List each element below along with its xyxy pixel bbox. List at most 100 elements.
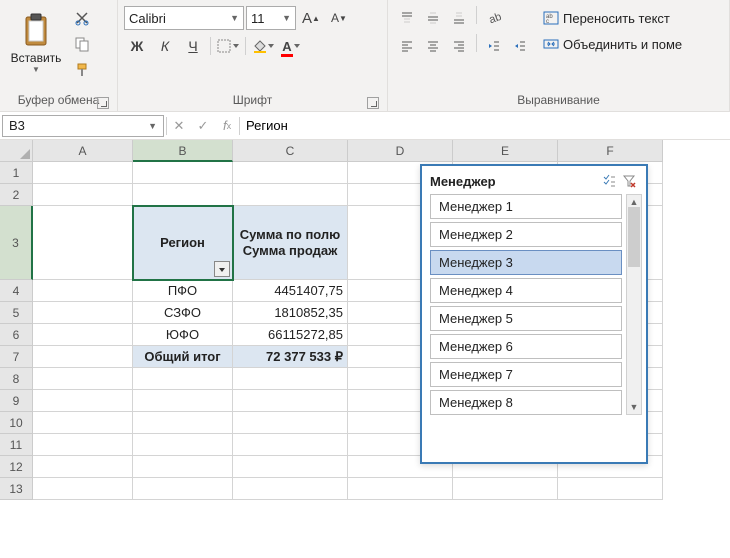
cell[interactable]: [233, 368, 348, 390]
font-color-button[interactable]: A: [278, 34, 304, 58]
copy-button[interactable]: [70, 32, 94, 56]
align-top-button[interactable]: [394, 6, 420, 30]
cell[interactable]: [33, 280, 133, 302]
cell[interactable]: 1810852,35: [233, 302, 348, 324]
cancel-formula-button[interactable]: ✕: [167, 115, 191, 137]
cell[interactable]: ПФО: [133, 280, 233, 302]
cell[interactable]: [33, 434, 133, 456]
cell[interactable]: [233, 478, 348, 500]
cell[interactable]: [133, 390, 233, 412]
dialog-launcher-icon[interactable]: [367, 97, 379, 109]
scroll-down-icon[interactable]: ▼: [630, 402, 639, 412]
fill-color-button[interactable]: [250, 34, 276, 58]
filter-dropdown-icon[interactable]: [214, 261, 230, 277]
cell[interactable]: [233, 184, 348, 206]
cell[interactable]: [233, 162, 348, 184]
italic-button[interactable]: К: [152, 34, 178, 58]
cell[interactable]: 72 377 533 ₽: [233, 346, 348, 368]
column-header[interactable]: A: [33, 140, 133, 162]
multi-select-button[interactable]: [600, 172, 618, 190]
cell[interactable]: [233, 390, 348, 412]
row-header[interactable]: 3: [0, 206, 33, 280]
align-center-button[interactable]: [420, 34, 446, 58]
cell[interactable]: [33, 456, 133, 478]
slicer-item[interactable]: Менеджер 6: [430, 334, 622, 359]
cell[interactable]: [558, 478, 663, 500]
cell[interactable]: [133, 434, 233, 456]
cell[interactable]: [133, 184, 233, 206]
row-header[interactable]: 4: [0, 280, 33, 302]
cell[interactable]: [453, 478, 558, 500]
row-header[interactable]: 7: [0, 346, 33, 368]
cell[interactable]: [233, 456, 348, 478]
slicer-item[interactable]: Менеджер 3: [430, 250, 622, 275]
row-header[interactable]: 11: [0, 434, 33, 456]
increase-indent-button[interactable]: [507, 34, 533, 58]
cell[interactable]: [133, 368, 233, 390]
align-bottom-button[interactable]: [446, 6, 472, 30]
decrease-font-button[interactable]: A▼: [326, 6, 352, 30]
font-name-combo[interactable]: Calibri▼: [124, 6, 244, 30]
cell[interactable]: Сумма по полю Сумма продаж: [233, 206, 348, 280]
slicer-panel[interactable]: Менеджер Менеджер 1Менеджер 2Менеджер 3М…: [420, 164, 648, 464]
cell[interactable]: ЮФО: [133, 324, 233, 346]
bold-button[interactable]: Ж: [124, 34, 150, 58]
cell[interactable]: [233, 434, 348, 456]
cell[interactable]: СЗФО: [133, 302, 233, 324]
formula-input[interactable]: [240, 115, 730, 137]
cell[interactable]: [133, 162, 233, 184]
underline-button[interactable]: Ч: [180, 34, 206, 58]
merge-button[interactable]: Объединить и поме: [541, 32, 684, 56]
cell[interactable]: [233, 412, 348, 434]
paste-button[interactable]: Вставить ▼: [6, 4, 66, 82]
column-header[interactable]: D: [348, 140, 453, 162]
cell[interactable]: 4451407,75: [233, 280, 348, 302]
slicer-item[interactable]: Менеджер 2: [430, 222, 622, 247]
row-header[interactable]: 8: [0, 368, 33, 390]
cell[interactable]: [133, 412, 233, 434]
cell[interactable]: [33, 206, 133, 280]
align-right-button[interactable]: [446, 34, 472, 58]
slicer-item[interactable]: Менеджер 1: [430, 194, 622, 219]
clear-filter-button[interactable]: [620, 172, 638, 190]
column-header[interactable]: C: [233, 140, 348, 162]
scroll-up-icon[interactable]: ▲: [630, 197, 639, 207]
cut-button[interactable]: [70, 6, 94, 30]
column-header[interactable]: B: [133, 140, 233, 162]
column-header[interactable]: F: [558, 140, 663, 162]
cell[interactable]: [133, 478, 233, 500]
insert-function-button[interactable]: fx: [215, 115, 239, 137]
row-header[interactable]: 10: [0, 412, 33, 434]
select-all-corner[interactable]: [0, 140, 33, 162]
cell[interactable]: [33, 184, 133, 206]
row-header[interactable]: 12: [0, 456, 33, 478]
align-middle-button[interactable]: [420, 6, 446, 30]
spreadsheet-grid[interactable]: ABCDEF 12345678910111213 РегионСумма по …: [0, 140, 730, 558]
cell[interactable]: Регион: [133, 206, 233, 280]
cell[interactable]: [33, 324, 133, 346]
row-header[interactable]: 13: [0, 478, 33, 500]
row-header[interactable]: 1: [0, 162, 33, 184]
cell[interactable]: [33, 346, 133, 368]
cell[interactable]: 66115272,85: [233, 324, 348, 346]
cell[interactable]: Общий итог: [133, 346, 233, 368]
accept-formula-button[interactable]: ✓: [191, 115, 215, 137]
cell[interactable]: [133, 456, 233, 478]
row-header[interactable]: 9: [0, 390, 33, 412]
name-box[interactable]: B3▼: [2, 115, 164, 137]
orientation-button[interactable]: ab: [481, 6, 507, 30]
slicer-item[interactable]: Менеджер 4: [430, 278, 622, 303]
wrap-text-button[interactable]: abc Переносить текст: [541, 6, 684, 30]
cell[interactable]: [33, 478, 133, 500]
borders-button[interactable]: [215, 34, 241, 58]
row-header[interactable]: 5: [0, 302, 33, 324]
slicer-item[interactable]: Менеджер 8: [430, 390, 622, 415]
cell[interactable]: [33, 368, 133, 390]
decrease-indent-button[interactable]: [481, 34, 507, 58]
slicer-item[interactable]: Менеджер 7: [430, 362, 622, 387]
row-header[interactable]: 2: [0, 184, 33, 206]
increase-font-button[interactable]: A▲: [298, 6, 324, 30]
cell[interactable]: [33, 302, 133, 324]
cell[interactable]: [348, 478, 453, 500]
font-size-combo[interactable]: 11▼: [246, 6, 296, 30]
